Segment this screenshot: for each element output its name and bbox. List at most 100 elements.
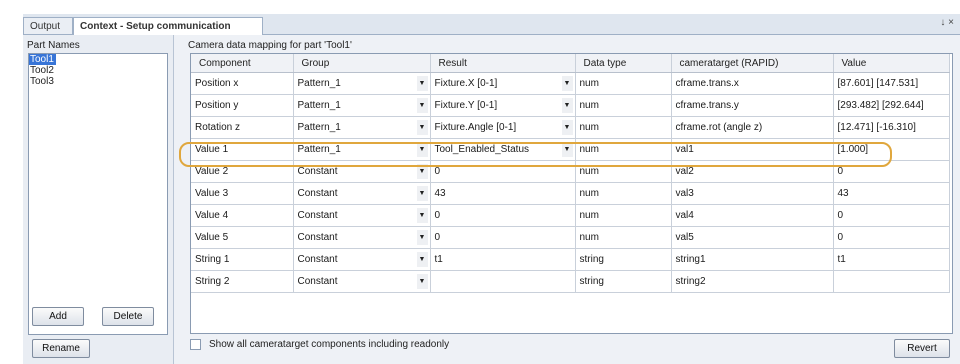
datatype-cell[interactable]: num — [575, 94, 672, 117]
group-cell-combo[interactable]: Constant ▼ — [294, 206, 430, 225]
datatype-cell[interactable]: num — [575, 116, 672, 139]
datatype-cell[interactable]: num — [575, 204, 672, 227]
datatype-cell[interactable]: num — [575, 226, 672, 249]
result-cell[interactable]: Fixture.X [0-1] ▼ — [430, 72, 576, 95]
group-cell[interactable]: Pattern_1 ▼ — [293, 94, 431, 117]
group-cell-combo[interactable]: Pattern_1 ▼ — [294, 96, 430, 115]
component-cell[interactable]: Rotation z — [191, 116, 294, 139]
component-cell[interactable]: String 1 — [191, 248, 294, 271]
dropdown-arrow-icon[interactable]: ▼ — [416, 164, 428, 179]
group-cell[interactable]: Constant ▼ — [293, 248, 431, 271]
group-cell-combo[interactable]: Constant ▼ — [294, 228, 430, 247]
value-cell[interactable]: [87.601] [147.531] — [833, 72, 950, 95]
group-cell[interactable]: Constant ▼ — [293, 226, 431, 249]
component-cell[interactable]: Value 1 — [191, 138, 294, 161]
dropdown-arrow-icon[interactable]: ▼ — [561, 142, 573, 157]
component-cell[interactable]: Value 5 — [191, 226, 294, 249]
result-cell[interactable]: t1 — [430, 248, 576, 271]
result-cell-combo[interactable]: Fixture.X [0-1] ▼ — [431, 74, 575, 93]
column-header[interactable]: Component — [191, 54, 294, 73]
value-cell[interactable]: [293.482] [292.644] — [833, 94, 950, 117]
value-cell[interactable]: 43 — [833, 182, 950, 205]
cameratarget-cell[interactable]: val4 — [671, 204, 834, 227]
delete-button[interactable]: Delete — [102, 307, 154, 326]
part-names-list[interactable]: Tool1 Tool2 Tool3 — [28, 53, 168, 335]
group-cell[interactable]: Constant ▼ — [293, 204, 431, 227]
value-cell[interactable] — [833, 270, 950, 293]
datatype-cell[interactable]: num — [575, 72, 672, 95]
table-row[interactable]: Rotation z Pattern_1 ▼ Fixture.Angle [0-1] ▼… — [191, 116, 950, 139]
component-cell[interactable]: Value 3 — [191, 182, 294, 205]
column-header[interactable]: cameratarget (RAPID) — [671, 54, 834, 73]
list-item[interactable]: Tool1 — [29, 54, 56, 65]
column-header[interactable]: Result — [430, 54, 576, 73]
dropdown-arrow-icon[interactable]: ▼ — [416, 208, 428, 223]
value-cell[interactable]: 0 — [833, 160, 950, 183]
tab-context-setup-communication[interactable]: Context - Setup communication — [73, 17, 263, 35]
table-row[interactable]: Position x Pattern_1 ▼ Fixture.X [0-1] ▼ num c… — [191, 72, 950, 95]
dropdown-arrow-icon[interactable]: ▼ — [416, 120, 428, 135]
component-cell[interactable]: Value 4 — [191, 204, 294, 227]
result-cell-combo[interactable]: Fixture.Angle [0-1] ▼ — [431, 118, 575, 137]
show-all-option[interactable]: Show all cameratarget components includi… — [190, 339, 449, 350]
value-cell[interactable]: 0 — [833, 226, 950, 249]
value-cell[interactable]: [12.471] [-16.310] — [833, 116, 950, 139]
column-header[interactable]: Value — [833, 54, 950, 73]
cameratarget-cell[interactable]: val3 — [671, 182, 834, 205]
group-cell[interactable]: Pattern_1 ▼ — [293, 116, 431, 139]
table-row[interactable]: String 2 Constant ▼ string string2 — [191, 270, 950, 293]
result-cell[interactable]: 0 — [430, 226, 576, 249]
dropdown-arrow-icon[interactable]: ▼ — [416, 230, 428, 245]
group-cell-combo[interactable]: Pattern_1 ▼ — [294, 74, 430, 93]
add-button[interactable]: Add — [32, 307, 84, 326]
value-cell[interactable]: [1.000] — [833, 138, 950, 161]
group-cell[interactable]: Constant ▼ — [293, 182, 431, 205]
group-cell-combo[interactable]: Constant ▼ — [294, 250, 430, 269]
result-cell[interactable]: 0 — [430, 204, 576, 227]
list-item[interactable]: Tool3 — [29, 76, 167, 87]
group-cell-combo[interactable]: Pattern_1 ▼ — [294, 118, 430, 137]
group-cell-combo[interactable]: Pattern_1 ▼ — [294, 140, 430, 159]
cameratarget-cell[interactable]: cframe.rot (angle z) — [671, 116, 834, 139]
result-cell[interactable]: Tool_Enabled_Status ▼ — [430, 138, 576, 161]
datatype-cell[interactable]: string — [575, 270, 672, 293]
dropdown-arrow-icon[interactable]: ▼ — [416, 252, 428, 267]
table-row[interactable]: Value 4 Constant ▼ 0 num val4 0 — [191, 204, 950, 227]
group-cell-combo[interactable]: Constant ▼ — [294, 272, 430, 291]
dropdown-arrow-icon[interactable]: ▼ — [416, 186, 428, 201]
result-cell[interactable]: Fixture.Y [0-1] ▼ — [430, 94, 576, 117]
group-cell-combo[interactable]: Constant ▼ — [294, 184, 430, 203]
dropdown-arrow-icon[interactable]: ▼ — [416, 142, 428, 157]
dropdown-arrow-icon[interactable]: ▼ — [416, 274, 428, 289]
table-row[interactable]: String 1 Constant ▼ t1 string string1 t1 — [191, 248, 950, 271]
value-cell[interactable]: 0 — [833, 204, 950, 227]
cameratarget-cell[interactable]: val2 — [671, 160, 834, 183]
component-cell[interactable]: Value 2 — [191, 160, 294, 183]
cameratarget-cell[interactable]: val1 — [671, 138, 834, 161]
result-cell-combo[interactable]: Fixture.Y [0-1] ▼ — [431, 96, 575, 115]
column-header[interactable]: Data type — [575, 54, 672, 73]
table-row[interactable]: Value 1 Pattern_1 ▼ Tool_Enabled_Status ▼ num… — [191, 138, 950, 161]
datatype-cell[interactable]: num — [575, 160, 672, 183]
group-cell[interactable]: Pattern_1 ▼ — [293, 72, 431, 95]
list-item[interactable]: Tool2 — [29, 65, 167, 76]
cameratarget-cell[interactable]: val5 — [671, 226, 834, 249]
pin-close-icons[interactable]: ↓ × — [940, 17, 954, 28]
group-cell[interactable]: Pattern_1 ▼ — [293, 138, 431, 161]
rename-button[interactable]: Rename — [32, 339, 90, 358]
revert-button[interactable]: Revert — [894, 339, 950, 358]
result-cell[interactable]: 43 — [430, 182, 576, 205]
tab-output[interactable]: Output — [23, 17, 73, 34]
group-cell[interactable]: Constant ▼ — [293, 270, 431, 293]
dropdown-arrow-icon[interactable]: ▼ — [561, 76, 573, 91]
datatype-cell[interactable]: string — [575, 248, 672, 271]
show-all-checkbox[interactable] — [190, 339, 201, 350]
dropdown-arrow-icon[interactable]: ▼ — [561, 120, 573, 135]
result-cell[interactable]: 0 — [430, 160, 576, 183]
dropdown-arrow-icon[interactable]: ▼ — [416, 76, 428, 91]
column-header[interactable]: Group — [293, 54, 431, 73]
cameratarget-cell[interactable]: cframe.trans.x — [671, 72, 834, 95]
component-cell[interactable]: Position x — [191, 72, 294, 95]
dropdown-arrow-icon[interactable]: ▼ — [416, 98, 428, 113]
cameratarget-cell[interactable]: string2 — [671, 270, 834, 293]
